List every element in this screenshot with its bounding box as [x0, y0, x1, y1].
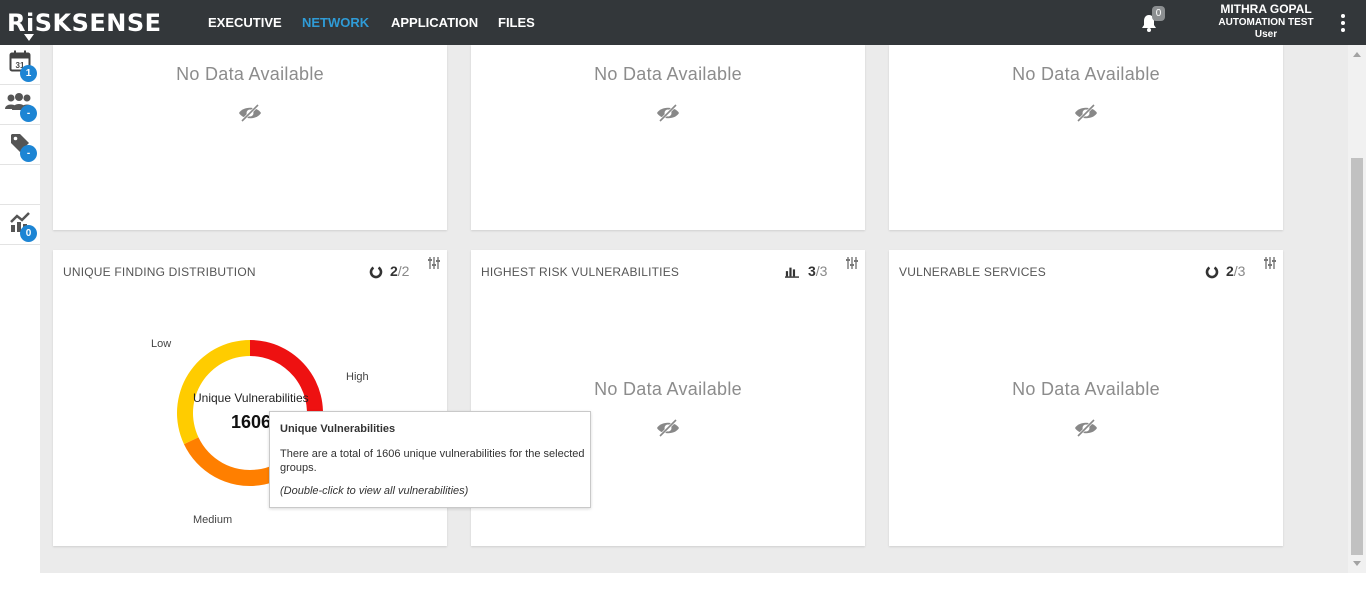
tooltip-hint: (Double-click to view all vulnerabilitie…: [280, 485, 469, 497]
donut-center-label: Unique Vulnerabilities: [193, 391, 309, 405]
donut-icon: [1205, 265, 1219, 279]
bar-chart-icon: [785, 267, 799, 278]
logo-text: RiSKSENSE: [7, 9, 162, 37]
no-data-message: No Data Available: [176, 64, 324, 84]
risksense-logo[interactable]: RiSKSENSE: [7, 8, 162, 41]
tags-badge: -: [20, 145, 37, 162]
nav-network[interactable]: NETWORK: [302, 0, 369, 45]
eye-slash-icon: [1075, 103, 1097, 123]
scroll-up-arrow-icon[interactable]: [1353, 52, 1361, 57]
scroll-down-arrow-icon[interactable]: [1353, 561, 1361, 566]
calendar-badge: 1: [20, 65, 37, 82]
left-sidebar: 31 1 - - 0: [0, 45, 40, 573]
vulnerable-services-card[interactable]: VULNERABLE SERVICES 2/3 No Data Availabl…: [889, 250, 1283, 546]
count-current: 2: [1226, 263, 1234, 279]
widget-count: 2/3: [1226, 263, 1245, 279]
no-data-message: No Data Available: [594, 64, 742, 84]
unique-vulnerabilities-tooltip: Unique Vulnerabilities There are a total…: [269, 411, 591, 508]
donut-center-value[interactable]: 1606: [231, 412, 271, 433]
sidebar-item-trends[interactable]: 0: [0, 205, 40, 245]
vertical-scrollbar[interactable]: [1348, 45, 1366, 573]
widget-count: 3/3: [808, 263, 827, 279]
segment-label-high: High: [346, 371, 369, 383]
settings-sliders-icon[interactable]: [1263, 256, 1277, 270]
logo-arrow-icon: [24, 34, 34, 41]
sidebar-empty-slot: [0, 165, 40, 205]
card-title: HIGHEST RISK VULNERABILITIES: [481, 265, 680, 279]
no-data-message: No Data Available: [594, 379, 742, 399]
widget-card-top-2[interactable]: No Data Available: [471, 45, 865, 230]
top-navigation-bar: RiSKSENSE EXECUTIVE NETWORK APPLICATION …: [0, 0, 1366, 45]
segment-label-medium: Medium: [193, 514, 233, 526]
sidebar-item-tags[interactable]: -: [0, 125, 40, 165]
nav-files[interactable]: FILES: [498, 0, 535, 45]
nav-application[interactable]: APPLICATION: [391, 0, 478, 45]
dashboard-content: No Data Available No Data Available No D…: [40, 45, 1348, 573]
count-total: /3: [815, 263, 828, 279]
sidebar-item-groups[interactable]: -: [0, 85, 40, 125]
scrollbar-thumb[interactable]: [1351, 158, 1363, 555]
no-data-message: No Data Available: [1012, 379, 1160, 399]
groups-badge: -: [20, 105, 37, 122]
notification-count-badge: 0: [1152, 6, 1165, 21]
widget-card-top-1[interactable]: No Data Available: [53, 45, 447, 230]
segment-label-low: Low: [151, 338, 172, 350]
count-total: /3: [1233, 263, 1246, 279]
eye-slash-icon: [239, 103, 261, 123]
user-name[interactable]: MITHRA GOPAL: [1206, 2, 1326, 16]
page-footer-area: [0, 573, 1366, 613]
eye-slash-icon: [657, 103, 679, 123]
more-options-icon[interactable]: [1336, 12, 1350, 34]
sidebar-item-calendar[interactable]: 31 1: [0, 45, 40, 85]
eye-slash-icon: [657, 418, 679, 438]
widget-card-top-3[interactable]: No Data Available: [889, 45, 1283, 230]
user-organization: AUTOMATION TEST: [1218, 17, 1314, 28]
trends-badge: 0: [20, 225, 37, 242]
card-title: VULNERABLE SERVICES: [899, 265, 1046, 279]
tooltip-title: Unique Vulnerabilities: [280, 423, 396, 435]
settings-sliders-icon[interactable]: [845, 256, 859, 270]
no-data-message: No Data Available: [1012, 64, 1160, 84]
user-role: User: [1254, 29, 1278, 40]
eye-slash-icon: [1075, 418, 1097, 438]
nav-executive[interactable]: EXECUTIVE: [208, 0, 282, 45]
tooltip-body: There are a total of 1606 unique vulnera…: [280, 448, 585, 474]
count-current: 3: [808, 263, 816, 279]
